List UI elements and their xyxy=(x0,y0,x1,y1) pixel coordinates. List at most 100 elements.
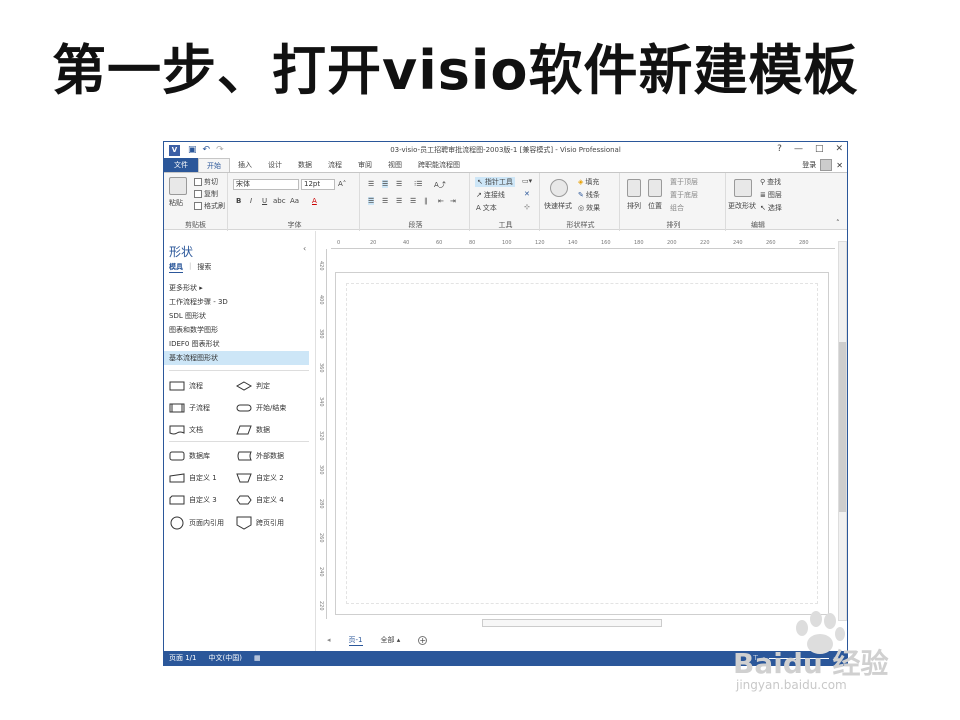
sign-in-link[interactable]: 登录 xyxy=(802,160,816,170)
increase-indent-icon[interactable]: ⇥ xyxy=(450,197,456,205)
change-shape-icon[interactable] xyxy=(734,179,752,197)
shape-start-end[interactable]: 开始/结束 xyxy=(236,403,286,413)
close-button[interactable]: ✕ xyxy=(835,144,843,154)
collapse-pane-icon[interactable]: ‹ xyxy=(303,244,306,253)
close-ribbon-icon[interactable]: ✕ xyxy=(836,161,843,170)
tab-stencils[interactable]: 模具 xyxy=(169,262,183,273)
tab-insert[interactable]: 插入 xyxy=(230,158,260,172)
effects-button[interactable]: ◎ 效果 xyxy=(578,203,600,213)
stencil-workflow-3d[interactable]: 工作流程步骤 - 3D xyxy=(164,295,309,309)
language-indicator[interactable]: 中文(中国) xyxy=(209,653,242,663)
avatar[interactable] xyxy=(820,159,833,171)
decrease-indent-icon[interactable]: ⇤ xyxy=(438,197,444,205)
tab-cross-functional[interactable]: 跨职能流程图 xyxy=(410,158,468,172)
undo-icon[interactable]: ↶ xyxy=(203,145,211,155)
all-pages-button[interactable]: 全部 ▴ xyxy=(381,635,401,645)
font-color-button[interactable]: A xyxy=(312,197,317,205)
rectangle-tool-icon[interactable]: ▭▾ xyxy=(522,177,532,185)
paste-button[interactable]: 粘贴 xyxy=(169,198,183,208)
text-direction-icon[interactable]: A⤴ xyxy=(434,180,446,190)
shape-custom2[interactable]: 自定义 2 xyxy=(236,473,284,483)
tab-process[interactable]: 流程 xyxy=(320,158,350,172)
shape-custom1[interactable]: 自定义 1 xyxy=(169,473,217,483)
change-shape-button[interactable]: 更改形状 xyxy=(728,201,756,211)
shape-data[interactable]: 数据 xyxy=(236,425,270,435)
cut-button[interactable]: 剪切 xyxy=(194,177,218,187)
shape-subprocess[interactable]: 子流程 xyxy=(169,403,210,413)
stencil-idef0[interactable]: IDEF0 图表形状 xyxy=(164,337,309,351)
scroll-pages-left-icon[interactable]: ◂ xyxy=(327,636,331,644)
paste-icon[interactable] xyxy=(169,177,187,195)
align-left-icon[interactable]: ☰ xyxy=(368,197,375,205)
page-indicator[interactable]: 页面 1/1 xyxy=(169,653,197,663)
bring-to-front-button[interactable]: 置于顶层 xyxy=(670,177,698,187)
tab-search[interactable]: 搜索 xyxy=(197,262,211,273)
bold-button[interactable]: B xyxy=(236,197,241,205)
quick-styles-button[interactable]: 快速样式 xyxy=(544,201,572,211)
stencil-basic-flowchart[interactable]: 基本流程图形状 xyxy=(164,351,309,365)
group-button[interactable]: 组合 xyxy=(670,203,684,213)
align-shapes-icon[interactable] xyxy=(627,179,641,197)
justify-icon[interactable]: ☰ xyxy=(410,197,416,205)
vertical-scroll-thumb[interactable] xyxy=(839,342,846,512)
drawing-page[interactable] xyxy=(335,272,829,615)
vertical-scrollbar[interactable] xyxy=(838,241,847,621)
find-button[interactable]: ⚲ 查找 xyxy=(760,177,781,187)
visio-app-icon[interactable]: V xyxy=(169,144,180,156)
stencil-sdl[interactable]: SDL 图形状 xyxy=(164,309,309,323)
shape-process[interactable]: 流程 xyxy=(169,381,203,391)
redo-icon[interactable]: ↷ xyxy=(216,145,224,155)
shape-document[interactable]: 文档 xyxy=(169,425,203,435)
layers-button[interactable]: ≣ 图层 xyxy=(760,190,782,200)
change-case-button[interactable]: Aa xyxy=(290,197,299,205)
shape-external-data[interactable]: 外部数据 xyxy=(236,451,284,461)
save-icon[interactable]: ▣ xyxy=(188,145,197,155)
position-icon[interactable] xyxy=(648,179,662,197)
macro-icon[interactable]: ▦ xyxy=(254,654,261,662)
line-button[interactable]: ✎ 线条 xyxy=(578,190,600,200)
tab-home[interactable]: 开始 xyxy=(198,158,230,172)
send-to-back-button[interactable]: 置于底层 xyxy=(670,190,698,200)
shape-decision[interactable]: 判定 xyxy=(236,381,270,391)
shape-off-page-reference[interactable]: 跨页引用 xyxy=(236,516,284,530)
format-painter-button[interactable]: 格式刷 xyxy=(194,201,225,211)
tab-view[interactable]: 视图 xyxy=(380,158,410,172)
tab-design[interactable]: 设计 xyxy=(260,158,290,172)
connector-button[interactable]: ↗ 连接线 xyxy=(476,190,505,200)
connection-point-icon[interactable]: ⊹ xyxy=(524,203,530,211)
tab-review[interactable]: 审阅 xyxy=(350,158,380,172)
align-center-icon[interactable]: ☰ xyxy=(382,197,388,205)
underline-button[interactable]: U xyxy=(262,197,267,205)
close-x-icon[interactable]: ✕ xyxy=(524,190,530,198)
maximize-button[interactable]: □ xyxy=(815,144,824,154)
strikethrough-button[interactable]: abc xyxy=(273,197,286,205)
position-button[interactable]: 位置 xyxy=(648,201,662,211)
italic-button[interactable]: I xyxy=(250,197,252,205)
help-button[interactable]: ? xyxy=(777,144,782,154)
distribute-icon[interactable]: ∥ xyxy=(424,197,428,205)
grow-font-button[interactable]: A˄ xyxy=(338,180,346,188)
minimize-button[interactable]: — xyxy=(794,144,803,154)
tab-file[interactable]: 文件 xyxy=(164,158,198,172)
font-name-dropdown[interactable]: 宋体 xyxy=(233,179,299,190)
shape-custom4[interactable]: 自定义 4 xyxy=(236,495,284,505)
horizontal-scrollbar[interactable] xyxy=(482,619,662,627)
fill-button[interactable]: ◈ 填充 xyxy=(578,177,599,187)
tab-data[interactable]: 数据 xyxy=(290,158,320,172)
align-right-icon[interactable]: ☰ xyxy=(396,197,402,205)
font-size-dropdown[interactable]: 12pt xyxy=(301,179,335,190)
stencil-more-shapes[interactable]: 更多形状 ▸ xyxy=(164,281,309,295)
align-middle-icon[interactable]: ☰ xyxy=(382,180,389,188)
copy-button[interactable]: 复制 xyxy=(194,189,218,199)
align-top-icon[interactable]: ☰ xyxy=(368,180,374,188)
add-page-button[interactable]: + xyxy=(418,635,428,645)
align-shapes-button[interactable]: 排列 xyxy=(627,201,641,211)
page-tab-1[interactable]: 页-1 xyxy=(348,635,363,646)
align-bottom-icon[interactable]: ☰ xyxy=(396,180,402,188)
bullets-icon[interactable]: ⁝☰ xyxy=(414,180,423,188)
collapse-ribbon-icon[interactable]: ˄ xyxy=(836,219,840,227)
pointer-tool-button[interactable]: ↖ 指针工具 xyxy=(475,177,515,187)
select-button[interactable]: ↖ 选择 xyxy=(760,203,782,213)
shape-database[interactable]: 数据库 xyxy=(169,451,210,461)
shape-custom3[interactable]: 自定义 3 xyxy=(169,495,217,505)
